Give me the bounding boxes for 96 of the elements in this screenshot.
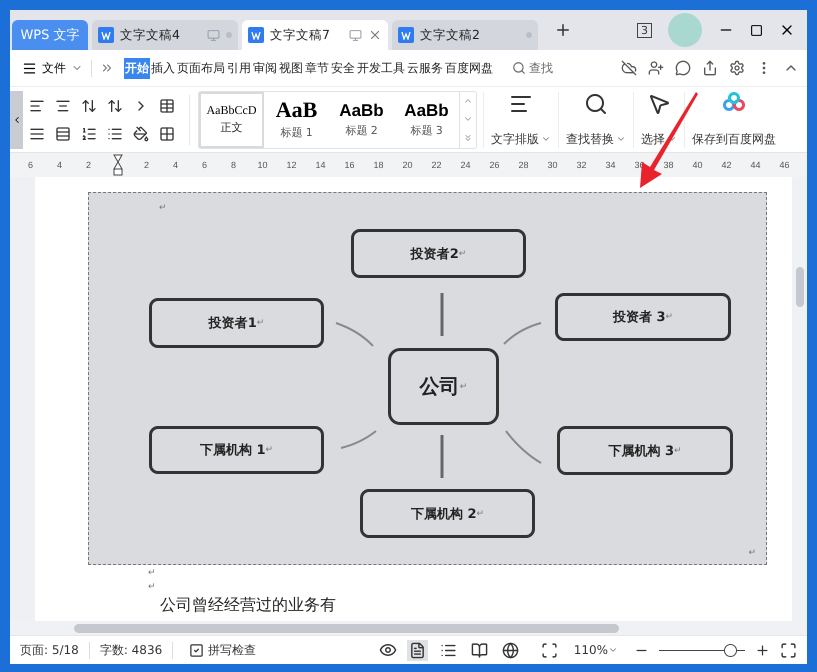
document-icon [98,27,114,43]
add-user-icon[interactable] [648,60,664,76]
body-text: 公司曾经经营过的业务有 [160,595,337,614]
connector-line [336,322,374,347]
monitor-icon [207,28,220,42]
ruler-number: 4 [172,160,179,170]
ribbon-button[interactable]: 文字排版 [483,92,558,148]
diagram-node: 公司↵ [388,348,499,425]
paragraph-mark: ↵ [159,203,167,213]
cloud-logo-icon [722,92,746,112]
ruler-number: 38 [662,160,674,170]
diagram-node: 下属机构 2↵ [360,489,535,538]
cloud-icon[interactable] [621,60,637,76]
word-count: 字数: 4836 [100,642,174,658]
fit-page-icon[interactable] [540,642,558,658]
connector-line [440,293,444,336]
ruler-number: 2 [84,160,92,170]
monitor-icon [349,28,362,42]
window-count-badge[interactable]: 3 [637,22,652,38]
ruler-number: 8 [230,160,237,170]
ruler-number: 12 [285,160,298,170]
expand-icon[interactable] [463,133,473,144]
unsaved-dot-icon [526,32,532,38]
connector-line [503,322,542,345]
diagram-node: 投资者 3↵ [555,293,731,341]
ruler-number: 18 [372,160,384,170]
ruler-number: 30 [546,160,558,170]
menu-tab[interactable]: 视图 [278,58,304,78]
menu-tab[interactable]: 百度网盘 [444,58,494,78]
ruler-number: 4 [56,160,63,170]
share-icon[interactable] [702,60,718,76]
menu-tab[interactable]: 章节 [304,58,330,78]
menu-icon [22,60,37,76]
ruler-number: 26 [488,160,500,170]
connector-line [340,430,377,449]
document-icon [248,27,264,43]
search-button[interactable]: 查找 [506,58,559,78]
horizontal-scrollbar[interactable] [10,621,807,635]
document-tab[interactable]: 文字文稿4 [92,20,238,50]
page-count: 页面: 5/18 [20,642,90,658]
ruler-number: 42 [720,160,732,170]
eye-icon[interactable] [378,641,397,659]
file-menu-button[interactable]: 文件 [18,60,92,76]
ruler-number: 14 [314,160,326,170]
ruler-number: 44 [749,160,762,170]
menu-tab[interactable]: 插入 [150,58,176,78]
menu-tab[interactable]: 审阅 [252,58,278,78]
style-preset[interactable]: AaBbCcD 正文 [199,92,264,148]
ruler-number: 6 [26,160,34,170]
zoom-dropdown[interactable]: 110% [568,642,624,658]
ruler-number: 46 [778,160,790,170]
menu-tab[interactable]: 安全 [330,58,356,78]
paragraph-mark: ↵ [148,582,157,593]
search-icon [512,61,526,75]
indent-marker-icon[interactable] [112,154,122,176]
ruler-number: 40 [691,160,704,170]
menu-tab[interactable]: 开始 [124,58,150,78]
settings-icon[interactable] [729,60,745,76]
document-tab[interactable]: 文字文稿2 [392,20,538,50]
connector-line [440,435,444,478]
ruler-number: 24 [459,160,472,170]
zoom-slider-thumb[interactable] [724,644,738,656]
ruler-number: 28 [517,160,530,170]
ruler-number: 20 [401,160,414,170]
ribbon-button[interactable]: 查找替换 [558,92,633,148]
fullscreen-icon[interactable] [780,642,797,658]
document-tab[interactable]: 文字文稿7 [242,20,388,50]
zoom-in-icon[interactable] [755,642,770,658]
diagram-node: 投资者1↵ [149,298,324,348]
ruler-number: 2 [142,160,150,170]
spell-check-button[interactable]: 拼写检查 [183,640,262,660]
document-icon [398,27,414,43]
page-view-button[interactable] [406,640,428,660]
diagram-node: 投资者2↵ [351,229,526,278]
ruler-number: 16 [343,160,356,170]
comment-icon[interactable] [675,60,691,76]
ruler-number: 22 [430,160,442,170]
new-tab-icon[interactable] [554,21,572,39]
unsaved-dot-icon [226,32,232,38]
diagram-node: 下属机构 3↵ [557,426,733,475]
search-icon [584,92,608,116]
menu-tab[interactable]: 云服务 [406,58,444,78]
checkbox-icon [189,642,204,658]
ruler-number: 34 [604,160,616,170]
menu-tab[interactable]: 页面布局 [176,58,226,78]
ruler-number: 6 [200,160,208,170]
ruler-number: 32 [575,160,588,170]
ruler-number: 10 [256,160,268,170]
menu-tab[interactable]: 开发工具 [356,58,406,78]
connector-line [505,430,542,464]
diagram-node: 下属机构 1↵ [149,426,324,474]
paragraph-mark: ↵ [748,548,756,558]
paragraph-mark: ↵ [148,568,157,579]
maximize-icon[interactable] [750,24,763,36]
menu-tab[interactable]: 引用 [226,58,252,78]
web-view-button[interactable] [500,640,521,660]
